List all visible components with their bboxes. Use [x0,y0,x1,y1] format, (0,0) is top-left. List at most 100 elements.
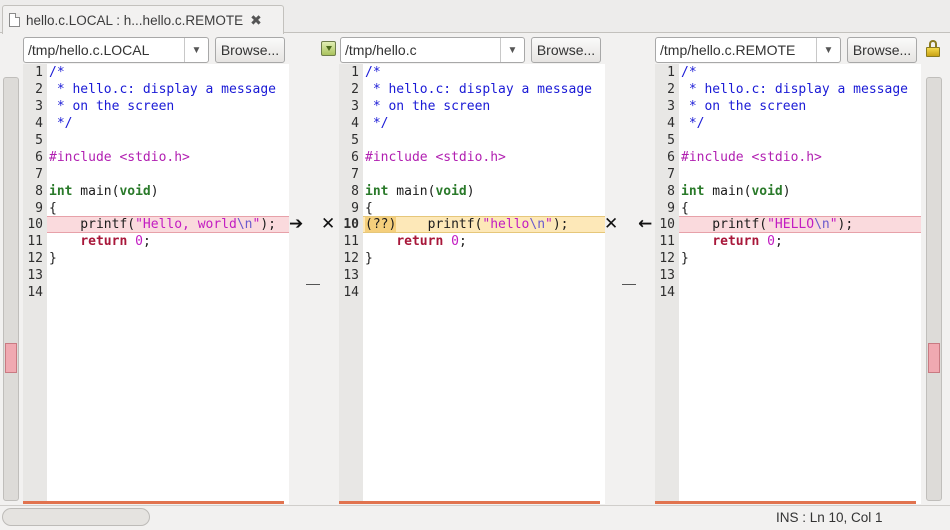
line-number: 10 [27,217,43,232]
delete-chunk-icon[interactable]: ✕ [321,216,335,233]
line-number: 5 [667,133,675,148]
line-number: 2 [351,82,359,97]
pane-bottom-bar [339,501,600,504]
code-line: /* [681,65,697,80]
local-file-path: /tmp/hello.c.LOCAL [28,42,150,58]
code-line: #include <stdio.h> [681,150,822,165]
merged-file-combo[interactable]: /tmp/hello.c ▼ [340,37,525,63]
code-line: */ [365,116,389,131]
line-number: 3 [667,99,675,114]
tab-title: hello.c.LOCAL : h...hello.c.REMOTE [26,12,244,28]
code-line: /* [49,65,65,80]
code-line: * hello.c: display a message [681,82,908,97]
line-number: 7 [351,167,359,182]
link-line [622,284,636,285]
conflict-code-line: printf("Hello, world\n"); [49,217,276,232]
right-overview-scrollbar[interactable] [926,77,942,501]
line-number: 12 [27,251,43,266]
code-line: return 0; [396,234,467,249]
cursor-position-status: INS : Ln 10, Col 1 [776,510,883,525]
status-separator [0,505,950,506]
code-line: * hello.c: display a message [365,82,592,97]
line-number: 11 [343,234,359,249]
code-line: * on the screen [681,99,807,114]
remote-browse-button[interactable]: Browse... [847,37,917,63]
line-number: 1 [35,65,43,80]
line-number: 1 [351,65,359,80]
link-line [306,284,320,285]
lock-icon [926,40,940,57]
conflict-overview-marker[interactable] [5,343,17,373]
line-number: 6 [667,150,675,165]
horizontal-scrollbar[interactable] [2,508,150,526]
document-icon [9,13,20,27]
line-number: 9 [35,201,43,216]
chevron-down-icon[interactable]: ▼ [500,38,524,62]
code-line: * hello.c: display a message [49,82,276,97]
code-line: * on the screen [49,99,175,114]
code-line: #include <stdio.h> [365,150,506,165]
merged-browse-button[interactable]: Browse... [531,37,601,63]
code-line: /* [365,65,381,80]
line-number: 5 [351,133,359,148]
code-line: } [681,251,689,266]
copy-right-to-merged-arrow-icon[interactable]: ← [638,216,652,233]
code-line: int main(void) [681,184,791,199]
code-line: */ [681,116,705,131]
close-tab-icon[interactable]: ✖ [250,12,262,29]
merged-pane[interactable]: 1 /* 2 * hello.c: display a message 3 * o… [339,64,605,504]
line-number: 10 [659,217,675,232]
line-number: 2 [35,82,43,97]
remote-file-path: /tmp/hello.c.REMOTE [660,42,796,58]
remote-file-combo[interactable]: /tmp/hello.c.REMOTE ▼ [655,37,841,63]
line-number: 9 [351,201,359,216]
line-number: 8 [667,184,675,199]
copy-left-to-merged-arrow-icon[interactable]: ➔ [289,216,303,233]
line-number: 11 [27,234,43,249]
line-number: 4 [35,116,43,131]
left-overview-scrollbar[interactable] [3,77,19,501]
tab-hello-merge[interactable]: hello.c.LOCAL : h...hello.c.REMOTE ✖ [2,5,284,34]
conflict-overview-marker[interactable] [928,343,940,373]
code-line: } [49,251,57,266]
line-number: 5 [35,133,43,148]
line-number: 12 [343,251,359,266]
line-number: 14 [659,285,675,300]
line-number: 6 [351,150,359,165]
merged-file-path: /tmp/hello.c [345,42,417,58]
code-line: int main(void) [49,184,159,199]
line-number: 10 [343,217,359,232]
code-line: return 0; [80,234,151,249]
line-number: 3 [35,99,43,114]
pane-bottom-bar [23,501,284,504]
line-number: 13 [659,268,675,283]
line-number: 4 [351,116,359,131]
conflict-code-line: printf("HELLO\n"); [681,217,854,232]
code-line: { [681,201,689,216]
line-number: 7 [667,167,675,182]
line-number: 8 [351,184,359,199]
remote-pane[interactable]: 1 /* 2 * hello.c: display a message 3 * o… [655,64,921,504]
line-number: 1 [667,65,675,80]
line-number: 2 [667,82,675,97]
code-line: int main(void) [365,184,475,199]
delete-chunk-icon[interactable]: ✕ [604,216,618,233]
code-line: */ [49,116,73,131]
code-line: { [365,201,373,216]
local-file-combo[interactable]: /tmp/hello.c.LOCAL ▼ [23,37,209,63]
chevron-down-icon[interactable]: ▼ [816,38,840,62]
local-browse-button[interactable]: Browse... [215,37,285,63]
pane-bottom-bar [655,501,916,504]
line-number: 13 [343,268,359,283]
line-number: 11 [659,234,675,249]
code-line: { [49,201,57,216]
local-pane[interactable]: 1 /* 2 * hello.c: display a message 3 * o… [23,64,289,504]
chevron-down-icon[interactable]: ▼ [184,38,208,62]
line-number: 4 [667,116,675,131]
code-line: * on the screen [365,99,491,114]
line-number: 12 [659,251,675,266]
line-number: 9 [667,201,675,216]
save-icon[interactable] [321,41,336,56]
code-line: } [365,251,373,266]
line-number: 7 [35,167,43,182]
